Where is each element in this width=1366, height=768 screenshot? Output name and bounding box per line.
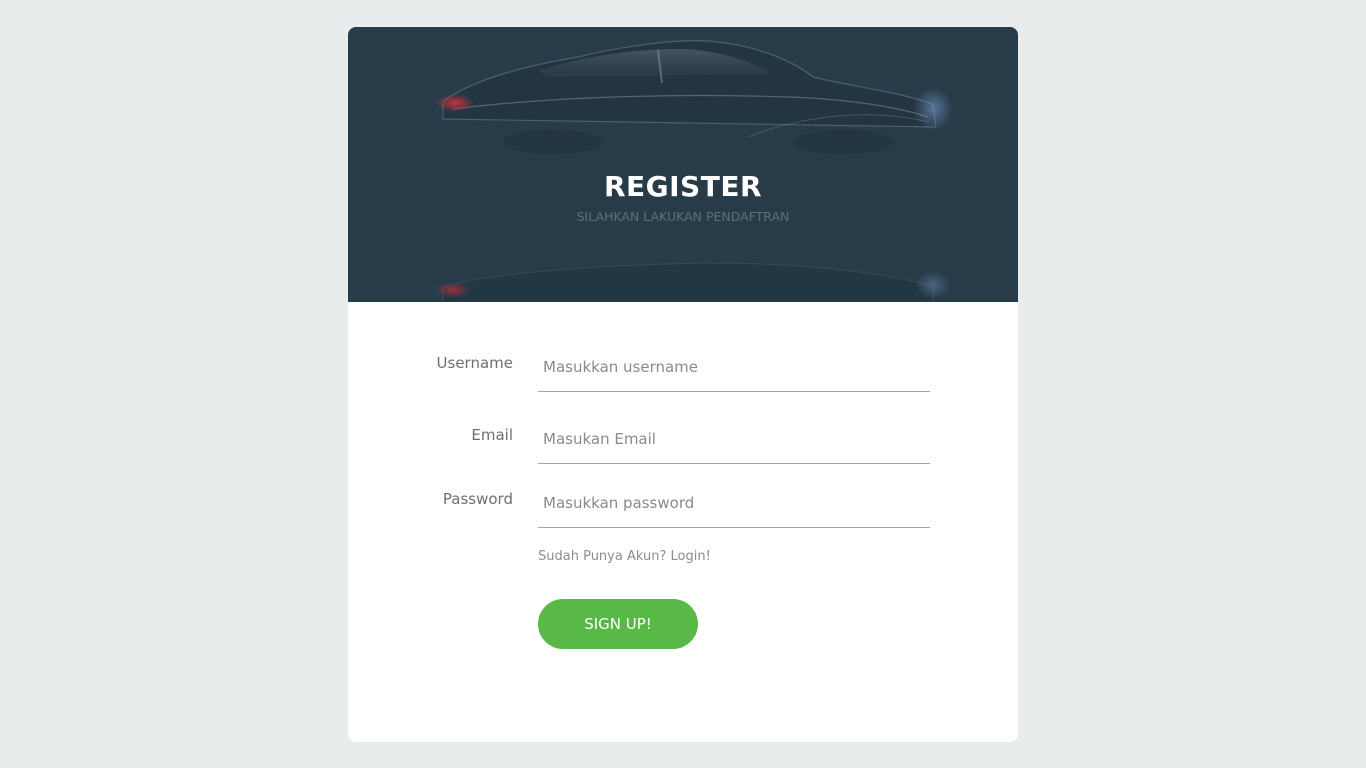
page-title: REGISTER (603, 170, 763, 203)
signup-button[interactable]: SIGN UP! (538, 599, 698, 649)
register-header: REGISTER SILAHKAN LAKUKAN PENDAFTRAN (348, 27, 1018, 302)
email-label: Email (471, 426, 513, 444)
car-silhouette-image (435, 40, 953, 302)
register-card: REGISTER SILAHKAN LAKUKAN PENDAFTRAN Use… (348, 27, 1018, 742)
email-row: Email (348, 414, 1018, 466)
page-subtitle: SILAHKAN LAKUKAN PENDAFTRAN (576, 209, 790, 224)
password-input[interactable] (538, 478, 930, 528)
password-label: Password (442, 490, 513, 508)
username-row: Username (348, 342, 1018, 394)
password-row: Password (348, 478, 1018, 530)
username-label: Username (436, 354, 513, 372)
username-input[interactable] (538, 342, 930, 392)
email-input[interactable] (538, 414, 930, 464)
login-link[interactable]: Sudah Punya Akun? Login! (538, 549, 711, 564)
